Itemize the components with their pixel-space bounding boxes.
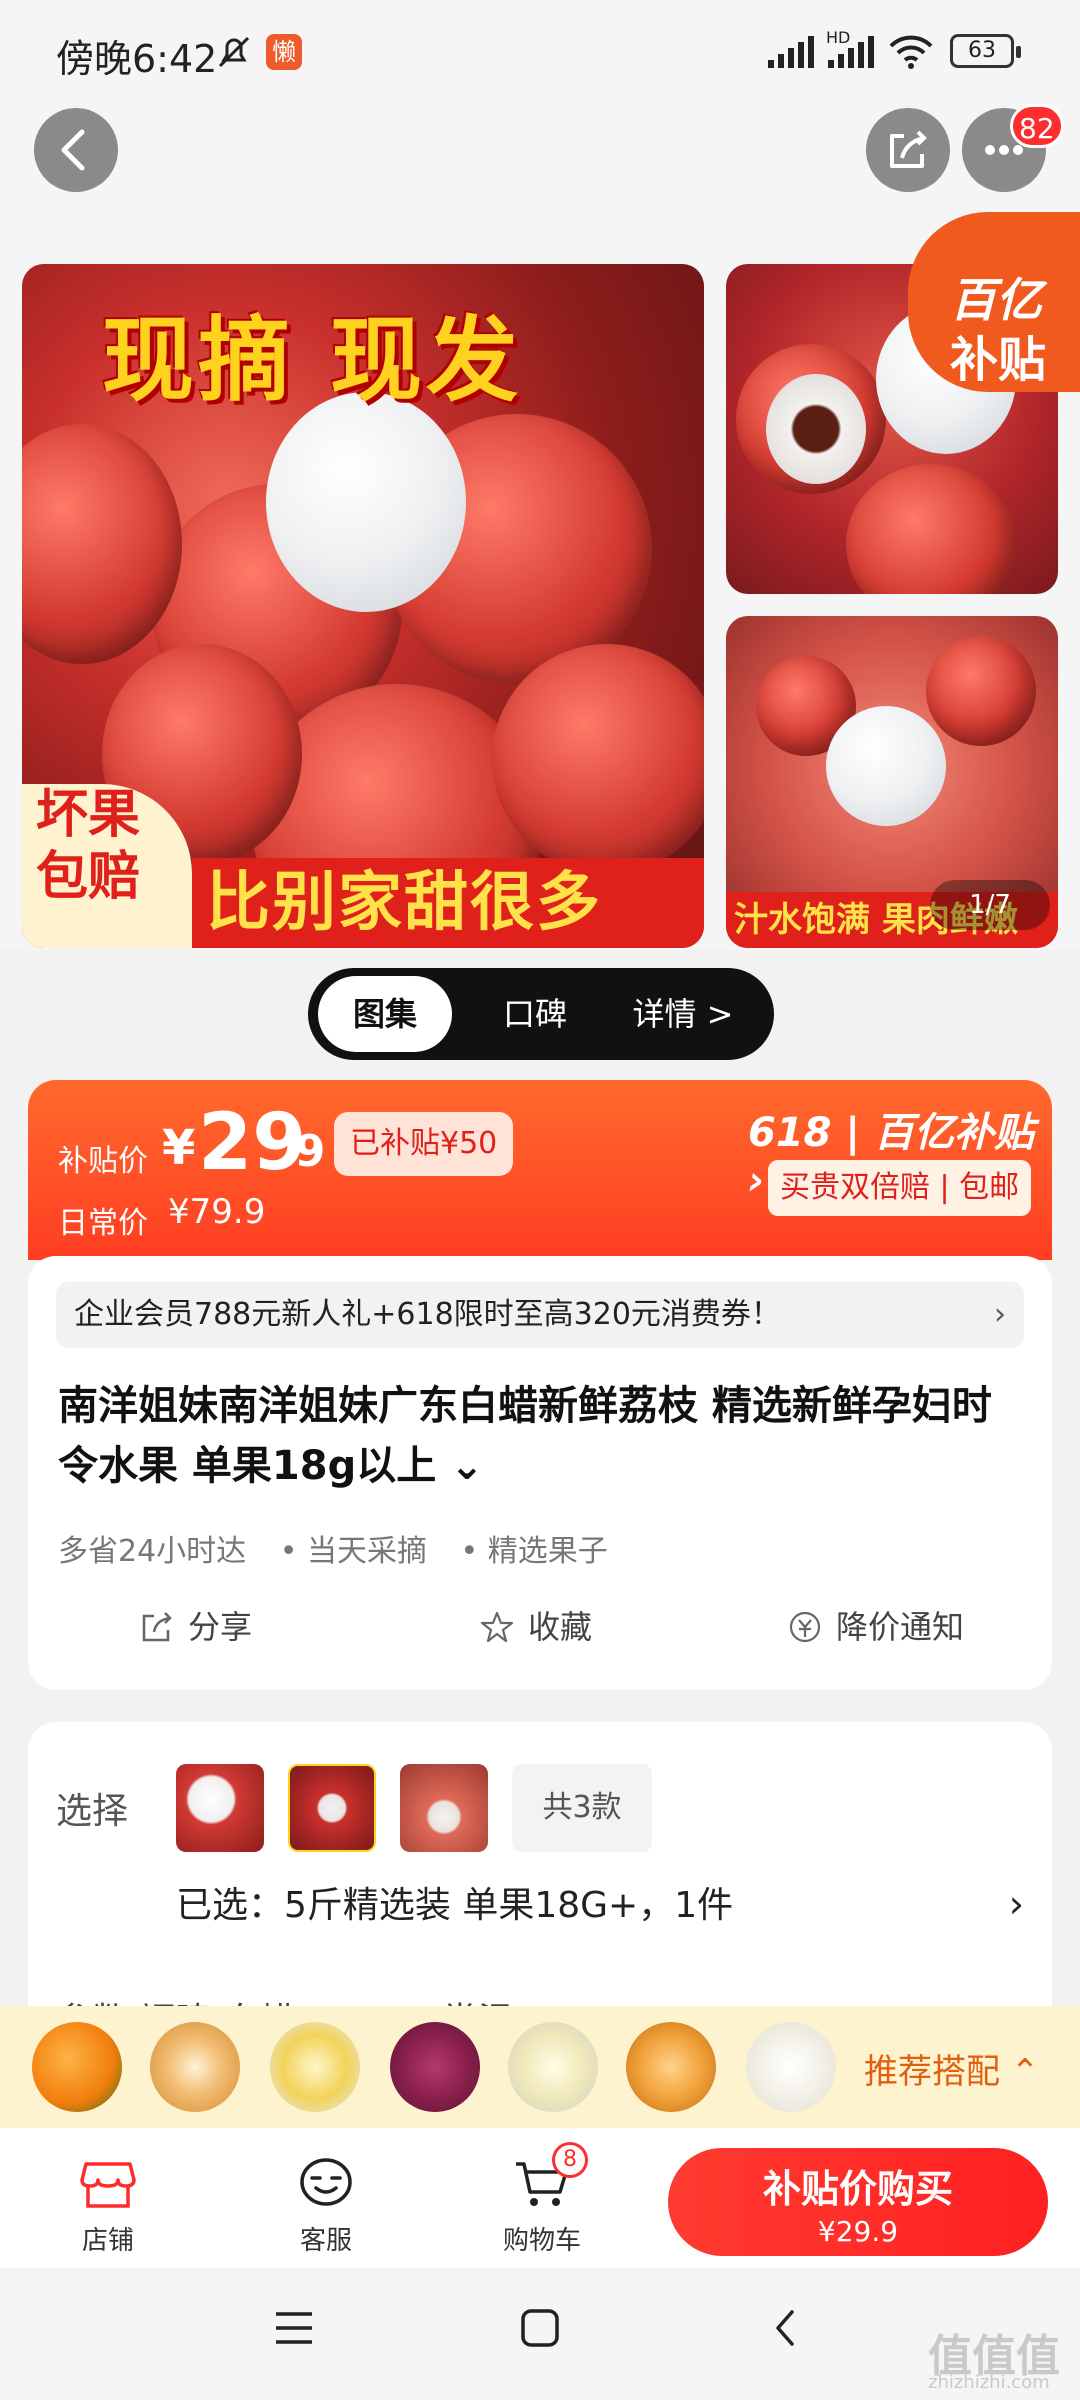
tag-same-day: • 当天采摘: [279, 1534, 427, 1569]
rec-item-mango[interactable]: [626, 2022, 716, 2112]
rec-item-longan[interactable]: [746, 2022, 836, 2112]
product-gallery[interactable]: 现摘 现发 坏果 包赔 比别家甜很多 百亿 补贴 汁水饱满 果肉鲜嫩 1/7: [0, 212, 1080, 950]
rec-item-dragonfruit[interactable]: [390, 2022, 480, 2112]
cart-count-badge: 8: [552, 2142, 588, 2178]
select-label: 选择: [56, 1791, 129, 1832]
recommend-strip[interactable]: 推荐搭配 ⌃: [0, 2006, 1080, 2128]
recommend-toggle[interactable]: 推荐搭配 ⌃: [864, 2044, 1039, 2093]
billion-subsidy-badge: 百亿 补贴: [908, 212, 1080, 392]
variant-thumb-3[interactable]: [400, 1764, 488, 1852]
store-icon: [80, 2162, 136, 2208]
customer-service-button[interactable]: 客服: [266, 2156, 386, 2257]
chevron-left-icon: [61, 129, 85, 171]
rec-item-pomelo[interactable]: [150, 2022, 240, 2112]
share-action[interactable]: 分享: [140, 1602, 252, 1648]
price-alert-action[interactable]: 降价通知: [788, 1602, 964, 1648]
watermark-url: zhizhizhi.com: [928, 2372, 1050, 2393]
variant-count[interactable]: 共3款: [512, 1764, 652, 1852]
signal-hd-icon: [828, 36, 874, 68]
tab-reviews[interactable]: 口碑: [468, 976, 602, 1052]
rec-item-pear[interactable]: [270, 2022, 360, 2112]
selected-variant: 已选：5斤精选装 单果18G+，1件: [176, 1885, 734, 1926]
chevron-right-icon[interactable]: ›: [1009, 1882, 1024, 1926]
subsidized-amount-badge: 已补贴¥50: [334, 1112, 514, 1176]
status-time: 傍晚6:42: [56, 37, 218, 81]
app-notification-icon: 懒: [266, 34, 302, 70]
share-icon: [890, 130, 927, 168]
service-tags: 多省24小时达 • 当天采摘 • 精选果子: [58, 1526, 632, 1570]
chevron-right-icon: ›: [994, 1297, 1006, 1332]
system-nav-bar: [0, 2268, 1080, 2400]
battery-indicator: 63: [950, 34, 1021, 68]
message-count-badge: 82: [1010, 104, 1064, 148]
subsidy-price-label: 补贴价: [58, 1144, 148, 1179]
daily-price-value: ¥79.9: [168, 1192, 266, 1232]
currency-symbol: ¥: [162, 1120, 196, 1176]
share-button[interactable]: [866, 108, 950, 192]
price-guarantee-badge[interactable]: 买贵双倍赔 | 包邮: [768, 1160, 1032, 1216]
mute-bell-icon: [218, 36, 250, 68]
shop-button[interactable]: 店铺: [48, 2156, 168, 2257]
tag-selected: • 精选果子: [460, 1534, 608, 1569]
menu-icon[interactable]: [272, 2306, 316, 2350]
top-nav: [0, 100, 1080, 260]
wifi-icon: [889, 35, 933, 69]
rec-item-orange[interactable]: [32, 2022, 122, 2112]
banner-fresh-picked: 现摘 现发: [102, 307, 523, 414]
favorite-action[interactable]: 收藏: [480, 1602, 592, 1648]
image-pager: 1/7: [930, 880, 1050, 930]
buy-now-button[interactable]: 补贴价购买 ¥29.9: [668, 2148, 1048, 2256]
variant-thumb-2[interactable]: [288, 1764, 376, 1852]
price-decimal: .9: [278, 1126, 326, 1177]
bad-fruit-compensation-badge: 坏果 包赔: [22, 784, 192, 948]
rec-item-pear2[interactable]: [508, 2022, 598, 2112]
chat-face-icon: [300, 2158, 352, 2206]
daily-price-label: 日常价: [58, 1206, 148, 1241]
back-button[interactable]: [34, 108, 118, 192]
sweeter-slogan: 比别家甜很多: [192, 858, 704, 948]
main-product-image[interactable]: 现摘 现发 坏果 包赔 比别家甜很多: [22, 264, 704, 948]
product-title[interactable]: 南洋姐妹南洋姐妹广东白蜡新鲜荔枝 精选新鲜孕妇时令水果 单果18g以上 ⌄: [58, 1376, 1018, 1496]
tab-gallery[interactable]: 图集: [318, 976, 452, 1052]
signal-icon: [768, 36, 814, 68]
tab-details[interactable]: 详情 >: [608, 976, 758, 1052]
price-banner: 补贴价 ¥ 29 .9 已补贴¥50 日常价 ¥79.9 618 | 百亿补贴 …: [28, 1080, 1052, 1260]
status-bar: 傍晚6:42 懒 HD 63: [0, 0, 1080, 100]
price-drop-icon: [789, 1611, 821, 1643]
back-nav-icon[interactable]: [764, 2306, 808, 2350]
tag-delivery: 多省24小时达: [58, 1534, 247, 1569]
share-icon: [142, 1612, 172, 1642]
product-info-card: 企业会员788元新人礼+618限时至高320元消费券！ › 南洋姐妹南洋姐妹广东…: [28, 1256, 1052, 1690]
home-icon[interactable]: [518, 2306, 562, 2350]
gallery-tabs: 图集 口碑 详情 >: [308, 968, 774, 1060]
variant-thumb-1[interactable]: [176, 1764, 264, 1852]
star-icon: [480, 1611, 514, 1643]
coupon-notice[interactable]: 企业会员788元新人礼+618限时至高320元消费券！ ›: [56, 1282, 1024, 1348]
